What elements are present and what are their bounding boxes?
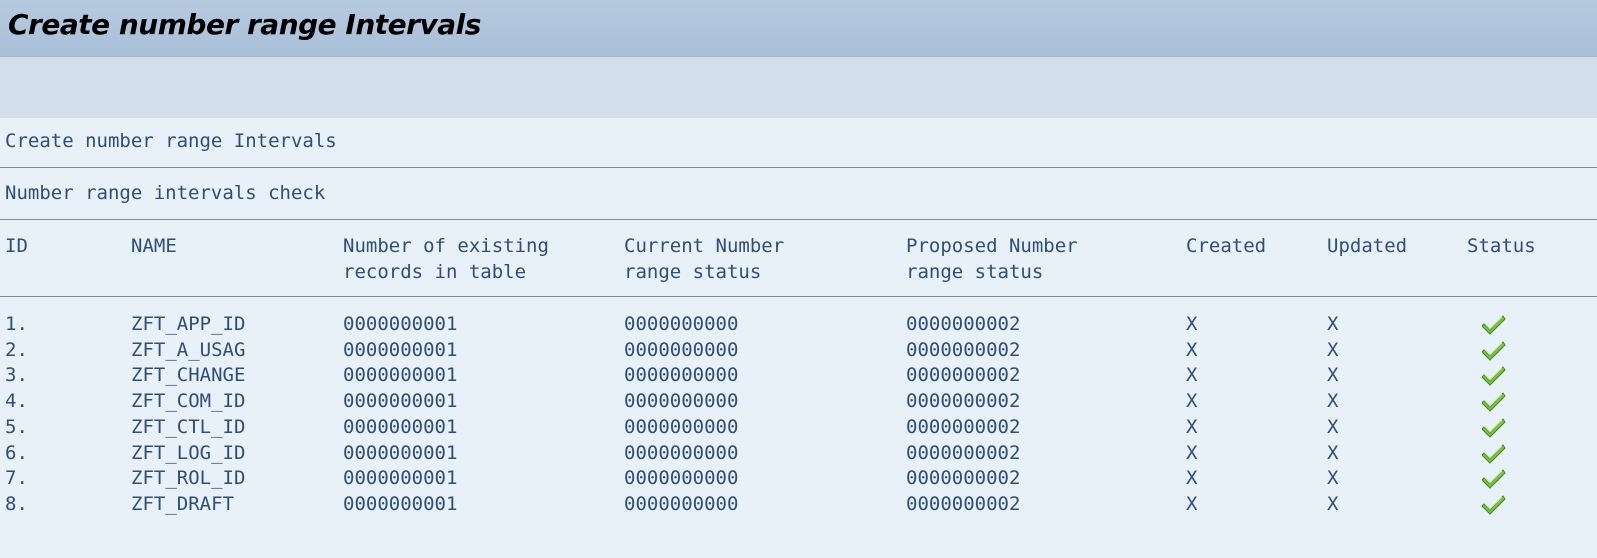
row-created-flag: X xyxy=(1186,364,1198,387)
row-existing-records: 0000000001 xyxy=(343,415,458,438)
row-current-status: 0000000000 xyxy=(624,313,739,335)
row-name: ZFT_ROL_ID xyxy=(131,467,246,490)
green-check-icon xyxy=(1481,313,1506,335)
row-existing-records: 0000000001 xyxy=(343,364,458,387)
row-name: ZFT_APP_ID xyxy=(131,313,246,335)
row-proposed-status: 0000000002 xyxy=(906,441,1021,464)
separator-line xyxy=(0,167,1597,168)
green-check-icon xyxy=(1481,416,1506,438)
row-name: ZFT_DRAFT xyxy=(131,492,234,515)
report-subheading: Number range intervals check xyxy=(5,182,326,204)
row-id: 6. xyxy=(5,441,28,464)
row-id: 3. xyxy=(5,364,28,387)
green-check-icon xyxy=(1481,364,1506,387)
row-existing-records: 0000000001 xyxy=(343,313,458,335)
row-current-status: 0000000000 xyxy=(624,441,739,464)
report-list: Create number range Intervals Number ran… xyxy=(0,118,1597,558)
row-current-status: 0000000000 xyxy=(624,492,739,515)
row-updated-flag: X xyxy=(1327,390,1339,413)
column-header-status: Status xyxy=(1467,235,1536,257)
row-current-status: 0000000000 xyxy=(624,415,739,438)
row-id: 7. xyxy=(5,467,28,490)
row-current-status: 0000000000 xyxy=(624,467,739,490)
column-header-existing-line2: records in table xyxy=(343,261,527,283)
row-name: ZFT_COM_ID xyxy=(131,390,246,413)
column-header-proposed-line2: range status xyxy=(906,261,1044,283)
row-proposed-status: 0000000002 xyxy=(906,390,1021,413)
row-proposed-status: 0000000002 xyxy=(906,313,1021,335)
row-proposed-status: 0000000002 xyxy=(906,364,1021,387)
row-proposed-status: 0000000002 xyxy=(906,492,1021,515)
green-check-icon xyxy=(1481,339,1506,361)
row-existing-records: 0000000001 xyxy=(343,492,458,515)
row-updated-flag: X xyxy=(1327,441,1339,464)
row-id: 8. xyxy=(5,492,28,515)
green-check-icon xyxy=(1481,467,1506,489)
title-bar: Create number range Intervals xyxy=(0,0,1597,57)
row-existing-records: 0000000001 xyxy=(343,338,458,361)
row-id: 5. xyxy=(5,415,28,438)
row-name: ZFT_CHANGE xyxy=(131,364,246,387)
row-updated-flag: X xyxy=(1327,313,1339,335)
row-id: 4. xyxy=(5,390,28,413)
column-header-name: NAME xyxy=(131,235,177,257)
row-updated-flag: X xyxy=(1327,415,1339,438)
row-created-flag: X xyxy=(1186,390,1198,413)
column-header-proposed-line1: Proposed Number xyxy=(906,235,1078,257)
window-title: Create number range Intervals xyxy=(8,8,481,41)
row-created-flag: X xyxy=(1186,492,1198,515)
column-header-current-line2: range status xyxy=(624,261,762,283)
row-updated-flag: X xyxy=(1327,492,1339,515)
row-existing-records: 0000000001 xyxy=(343,441,458,464)
row-proposed-status: 0000000002 xyxy=(906,415,1021,438)
column-header-existing-line1: Number of existing xyxy=(343,235,549,257)
row-created-flag: X xyxy=(1186,338,1198,361)
row-name: ZFT_A_USAG xyxy=(131,338,246,361)
row-id: 2. xyxy=(5,338,28,361)
report-heading: Create number range Intervals xyxy=(5,130,337,152)
row-updated-flag: X xyxy=(1327,364,1339,387)
row-created-flag: X xyxy=(1186,313,1198,335)
row-updated-flag: X xyxy=(1327,467,1339,490)
row-proposed-status: 0000000002 xyxy=(906,467,1021,490)
row-existing-records: 0000000001 xyxy=(343,467,458,490)
green-check-icon xyxy=(1481,493,1506,515)
green-check-icon xyxy=(1481,442,1506,464)
row-current-status: 0000000000 xyxy=(624,338,739,361)
column-header-current-line1: Current Number xyxy=(624,235,785,257)
row-name: ZFT_LOG_ID xyxy=(131,441,246,464)
column-header-id: ID xyxy=(5,235,28,257)
row-existing-records: 0000000001 xyxy=(343,390,458,413)
row-updated-flag: X xyxy=(1327,338,1339,361)
row-proposed-status: 0000000002 xyxy=(906,338,1021,361)
row-current-status: 0000000000 xyxy=(624,364,739,387)
row-created-flag: X xyxy=(1186,467,1198,490)
application-toolbar xyxy=(0,57,1597,118)
row-name: ZFT_CTL_ID xyxy=(131,415,246,438)
column-header-updated: Updated xyxy=(1327,235,1408,257)
green-check-icon xyxy=(1481,390,1506,412)
separator-line xyxy=(0,296,1597,297)
row-created-flag: X xyxy=(1186,415,1198,438)
row-created-flag: X xyxy=(1186,441,1198,464)
row-current-status: 0000000000 xyxy=(624,390,739,413)
column-header-created: Created xyxy=(1186,235,1267,257)
row-id: 1. xyxy=(5,313,28,335)
separator-line xyxy=(0,219,1597,220)
